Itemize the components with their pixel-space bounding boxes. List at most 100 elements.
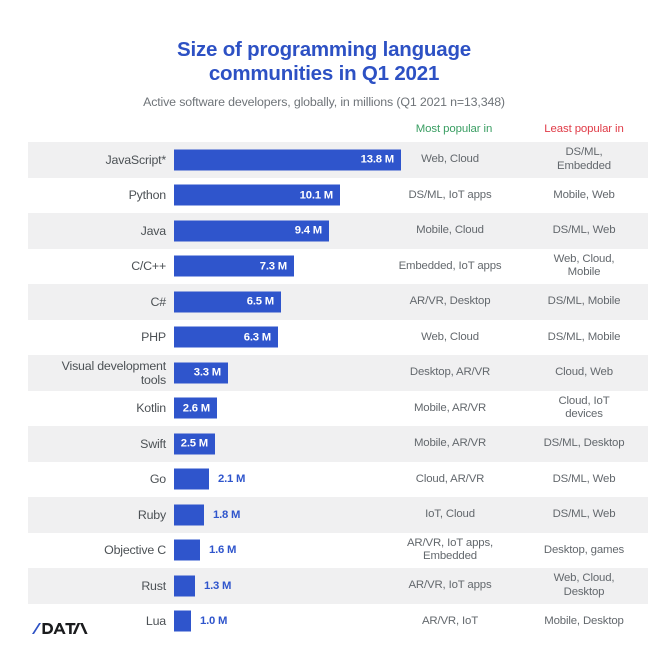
bar-value-label: 1.3 M: [204, 579, 232, 592]
bar-value-label: 1.6 M: [209, 544, 237, 557]
most-popular-line: Web, Cloud: [421, 153, 479, 165]
table-row: C# 6.5 M AR/VR, Desktop DS/ML, Mobile: [28, 284, 648, 320]
bar-value-label: 6.5 M: [246, 295, 274, 308]
table-row: JavaScript* 13.8 M Web, Cloud DS/ML, Embedde…: [28, 142, 648, 178]
most-popular-line: Mobile, AR/VR: [413, 401, 487, 414]
chart-header: Size of programming language communities…: [0, 38, 648, 110]
bar-cell: 2.6 M: [174, 391, 380, 427]
most-popular-cell: Mobile, AR/VR: [380, 402, 520, 416]
most-popular-line: Web, Cloud: [421, 330, 479, 343]
least-popular-line: Desktop, games: [543, 543, 625, 556]
language-label: Kotlin: [28, 401, 174, 415]
language-label-line: Python: [128, 188, 167, 203]
table-row: Rust 1.3 M AR/VR, IoT apps Web, Cloud, Deskt…: [28, 568, 648, 604]
table-row: Swift 2.5 M Mobile, AR/VR DS/ML, Desktop: [28, 426, 648, 462]
title-line-2: communities in Q1 2021: [208, 62, 440, 85]
table-row: Visual development tools 3.3 M Desktop, AR/…: [28, 355, 648, 391]
least-popular-line: Mobile, Desktop: [544, 614, 624, 627]
least-popular-line: Mobile: [567, 266, 601, 279]
language-label-line: Rust: [141, 578, 166, 593]
least-popular-line: DS/ML, Web: [552, 508, 616, 520]
language-label: C/C++: [28, 259, 174, 273]
table-row: Objective C 1.6 M AR/VR, IoT apps, Embedded…: [28, 532, 648, 568]
most-popular-cell: Mobile, Cloud: [380, 224, 520, 238]
most-popular-cell: Cloud, AR/VR: [380, 473, 520, 487]
value-bar: 6.3 M: [174, 326, 278, 348]
value-bar: [174, 575, 195, 597]
language-label-line: JavaScript*: [105, 152, 167, 167]
value-bar: 13.8 M: [174, 149, 401, 171]
least-popular-line: DS/ML, Web: [552, 472, 616, 485]
most-popular-line: Cloud, AR/VR: [415, 472, 485, 485]
language-label-line: Kotlin: [136, 401, 166, 416]
table-row: Java 9.4 M Mobile, Cloud DS/ML, Web: [28, 213, 648, 249]
bar-value-label: 7.3 M: [259, 260, 287, 273]
bar-cell: 6.3 M: [174, 320, 380, 356]
table-row: C/C++ 7.3 M Embedded, IoT apps Web, Cloud, M…: [28, 248, 648, 284]
table-row: PHP 6.3 M Web, Cloud DS/ML, Mobile: [28, 319, 648, 356]
value-bar: [174, 468, 209, 490]
language-label: PHP: [28, 330, 174, 344]
language-label: Rust: [28, 579, 174, 593]
page-title: Size of programming language communities…: [0, 38, 648, 86]
language-label-line: C/C++: [131, 259, 166, 274]
least-popular-line: Web, Cloud,: [553, 572, 615, 585]
bar-cell: 1.8 M: [174, 497, 380, 533]
language-label: Swift: [28, 437, 174, 451]
most-popular-line: DS/ML, IoT apps: [408, 188, 492, 201]
infographic-canvas: Size of programming language communities…: [0, 0, 648, 656]
least-popular-line: devices: [565, 408, 603, 421]
most-popular-line: AR/VR, IoT apps,: [406, 536, 494, 549]
least-popular-line: DS/ML, Web: [552, 224, 616, 236]
bar-value-label: 1.8 M: [213, 508, 241, 521]
most-popular-cell: Web, Cloud: [380, 153, 520, 167]
most-popular-cell: AR/VR, IoT: [380, 615, 520, 629]
language-label: C#: [28, 295, 174, 309]
language-label: Visual development tools: [28, 359, 174, 387]
most-popular-cell: Embedded, IoT apps: [380, 260, 520, 274]
value-bar: 2.6 M: [174, 397, 217, 419]
bar-cell: 13.8 M: [174, 142, 401, 178]
language-label-line: Swift: [140, 436, 166, 451]
bar-value-label: 3.3 M: [193, 366, 221, 379]
value-bar: [174, 539, 200, 561]
least-popular-cell: Desktop, games: [520, 544, 648, 558]
least-popular-line: Desktop: [563, 585, 605, 598]
bar-cell: 1.0 M: [174, 604, 380, 640]
least-popular-line: Web, Cloud,: [553, 252, 615, 265]
most-popular-line: IoT, Cloud: [425, 508, 475, 520]
bar-value-label: 2.5 M: [180, 437, 208, 450]
most-popular-cell: IoT, Cloud: [380, 508, 520, 522]
table-row: Kotlin 2.6 M Mobile, AR/VR Cloud, IoT device…: [28, 390, 648, 427]
least-popular-line: Mobile, Web: [553, 188, 615, 201]
most-popular-line: Mobile, AR/VR: [413, 437, 487, 449]
title-line-1: Size of programming language: [177, 38, 471, 61]
most-popular-line: AR/VR, IoT: [421, 614, 479, 627]
least-popular-cell: DS/ML, Mobile: [520, 295, 648, 309]
most-popular-line: AR/VR, IoT apps: [408, 579, 492, 591]
bar-cell: 2.5 M: [174, 426, 380, 462]
language-label: Objective C: [28, 543, 174, 557]
bar-value-label: 2.1 M: [218, 473, 246, 486]
bar-value-label: 9.4 M: [294, 224, 322, 237]
language-label-line: Ruby: [137, 507, 166, 522]
most-popular-cell: AR/VR, Desktop: [380, 295, 520, 309]
least-popular-line: DS/ML, Mobile: [547, 330, 621, 343]
most-popular-line: Mobile, Cloud: [416, 224, 484, 236]
column-header-most-popular: Most popular in: [415, 123, 493, 135]
least-popular-cell: Cloud, IoT devices: [520, 395, 648, 422]
column-headers: Most popular in Least popular in: [28, 119, 648, 139]
bar-value-label: 6.3 M: [243, 331, 271, 344]
bar-cell: 6.5 M: [174, 284, 380, 320]
language-label: Java: [28, 224, 174, 238]
language-label-line: tools: [140, 372, 166, 387]
least-popular-line: Cloud, IoT: [558, 394, 610, 407]
value-bar: 6.5 M: [174, 291, 281, 313]
slash-data-logo-icon: [32, 623, 88, 634]
least-popular-cell: Web, Cloud, Mobile: [520, 253, 648, 280]
language-label-line: Visual development: [61, 358, 167, 373]
least-popular-cell: DS/ML, Web: [520, 224, 648, 238]
language-rows: JavaScript* 13.8 M Web, Cloud DS/ML, Embedde…: [28, 142, 648, 639]
value-bar: [174, 504, 204, 526]
bar-cell: 9.4 M: [174, 213, 380, 249]
